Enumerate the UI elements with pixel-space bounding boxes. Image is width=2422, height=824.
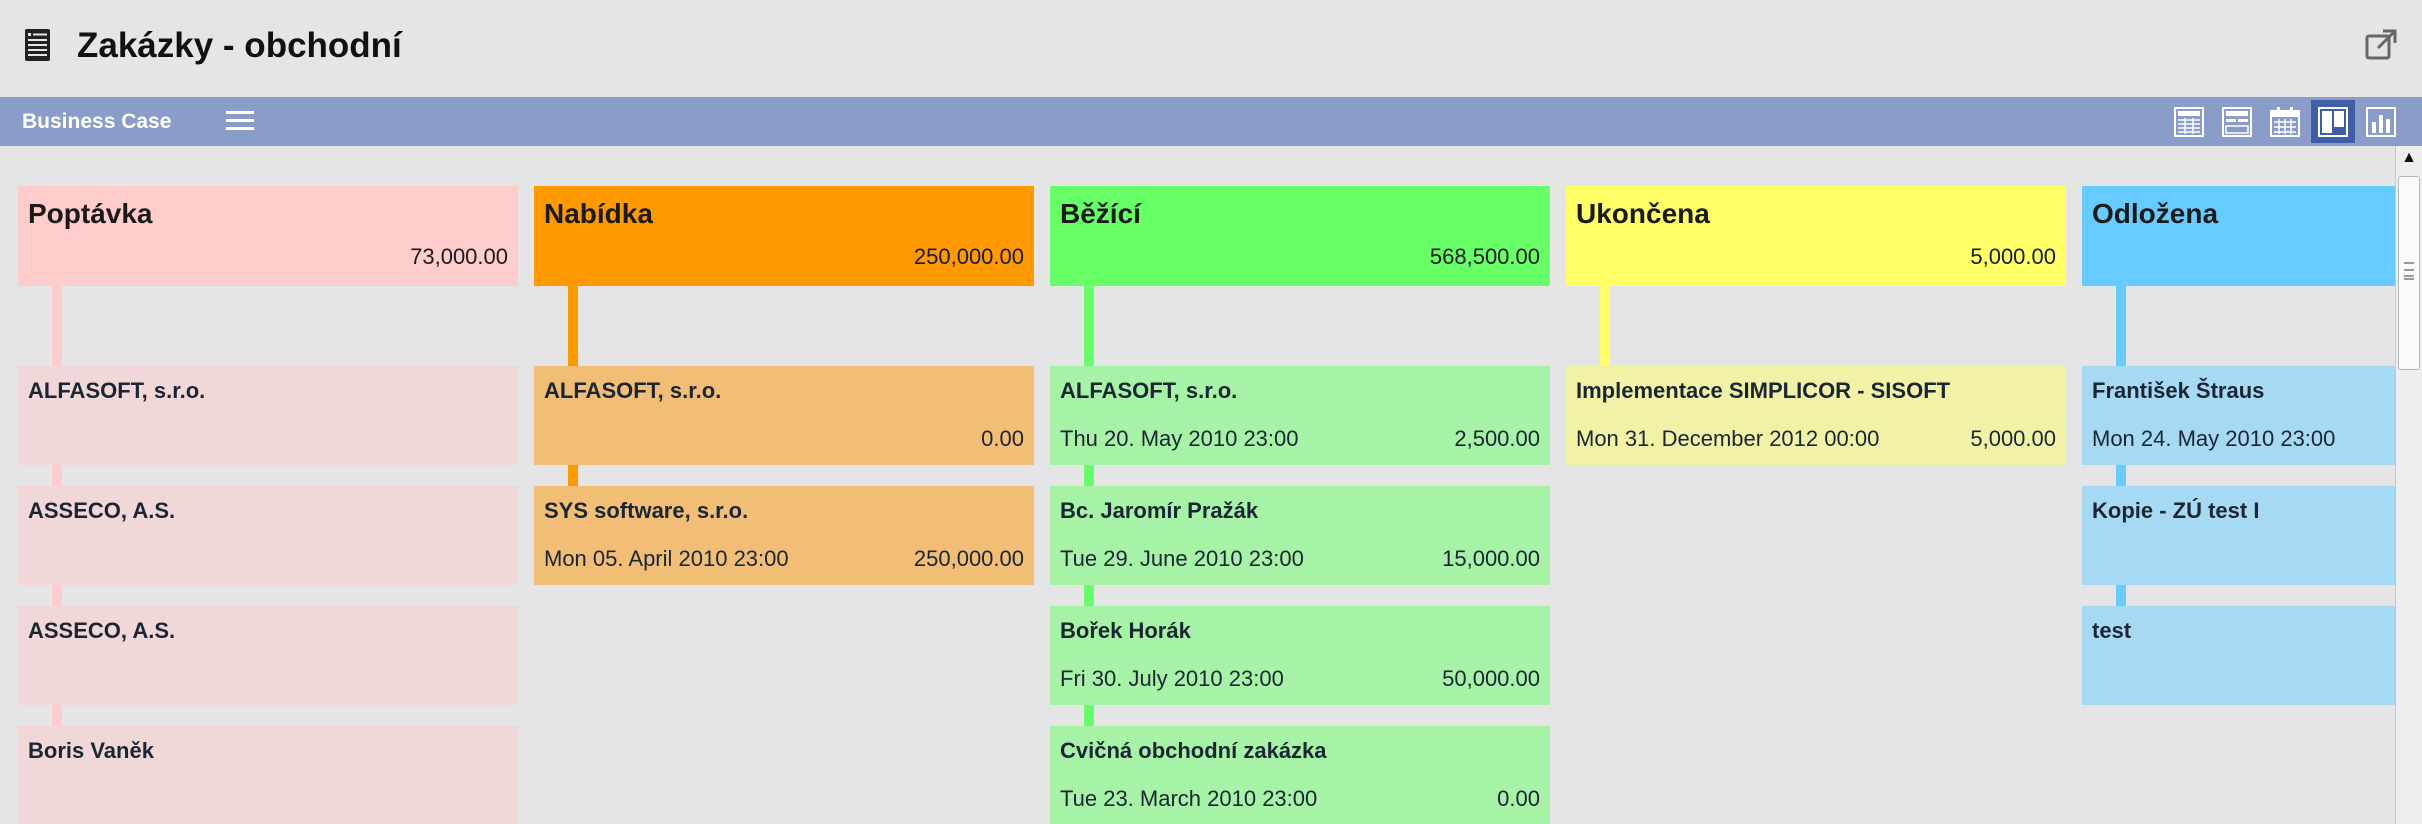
chart-view-button[interactable]	[2359, 100, 2403, 143]
column-total: 5,000.00	[1970, 244, 2056, 269]
card[interactable]: SYS software, s.r.o. Mon 05. April 2010 …	[534, 486, 1034, 585]
card-title: Boris Vaněk	[28, 738, 154, 763]
column-bezici: Běžící 568,500.00 ALFASOFT, s.r.o. Thu 2…	[1050, 186, 1550, 824]
grip-icon	[2404, 262, 2414, 280]
card[interactable]: Kopie - ZÚ test I	[2082, 486, 2395, 585]
card-title: Bc. Jaromír Pražák	[1060, 498, 1259, 523]
kanban-view-icon	[2318, 106, 2348, 137]
card-title: ALFASOFT, s.r.o.	[1060, 378, 1238, 403]
card-date: Mon 31. December 2012 00:00	[1576, 426, 1880, 451]
column-title: Ukončena	[1576, 198, 1710, 229]
column-poptavka: Poptávka 73,000.00 ALFASOFT, s.r.o. ASSE…	[18, 186, 518, 824]
card[interactable]: Boris Vaněk	[18, 726, 518, 824]
calendar-view-icon	[2270, 106, 2300, 137]
card[interactable]: Bc. Jaromír Pražák Tue 29. June 2010 23:…	[1050, 486, 1550, 585]
column-header[interactable]: Běžící 568,500.00	[1050, 186, 1550, 286]
column-odlozena: Odložena František Štraus Mon 24. May 20…	[2082, 186, 2395, 824]
card-title: ALFASOFT, s.r.o.	[544, 378, 722, 403]
card-title: ASSECO, A.S.	[28, 498, 176, 523]
card-title: Kopie - ZÚ test I	[2092, 498, 2260, 523]
column-total: 73,000.00	[410, 244, 508, 269]
kanban-board: Poptávka 73,000.00 ALFASOFT, s.r.o. ASSE…	[0, 146, 2395, 824]
form-view-icon	[2222, 106, 2252, 137]
column-header[interactable]: Odložena	[2082, 186, 2395, 286]
card-amount: 15,000.00	[1442, 546, 1540, 571]
column-header[interactable]: Poptávka 73,000.00	[18, 186, 518, 286]
card-date: Tue 23. March 2010 23:00	[1060, 786, 1318, 811]
card-amount: 0.00	[981, 426, 1024, 451]
chart-view-icon	[2366, 106, 2396, 137]
external-link-icon[interactable]	[2364, 28, 2398, 62]
form-view-button[interactable]	[2215, 100, 2259, 143]
column-total: 250,000.00	[913, 244, 1024, 269]
kanban-view-button[interactable]	[2311, 100, 2355, 143]
app-header: Zakázky - obchodní	[0, 0, 2422, 97]
column-nabidka: Nabídka 250,000.00 ALFASOFT, s.r.o. 0.00…	[534, 186, 1034, 824]
card[interactable]: Bořek Horák Fri 30. July 2010 23:00 50,0…	[1050, 606, 1550, 705]
table-view-button[interactable]	[2167, 100, 2211, 143]
card-title: ASSECO, A.S.	[28, 618, 176, 643]
card[interactable]: ASSECO, A.S.	[18, 606, 518, 705]
card-title: ALFASOFT, s.r.o.	[28, 378, 206, 403]
card-date: Fri 30. July 2010 23:00	[1060, 666, 1284, 691]
toolbar-title: Business Case	[22, 110, 172, 133]
calendar-view-button[interactable]	[2263, 100, 2307, 143]
card-amount: 250,000.00	[913, 546, 1024, 571]
card[interactable]: ALFASOFT, s.r.o. Thu 20. May 2010 23:00 …	[1050, 366, 1550, 465]
card[interactable]: ALFASOFT, s.r.o.	[18, 366, 518, 465]
column-title: Poptávka	[28, 198, 153, 229]
column-title: Odložena	[2092, 198, 2219, 229]
column-connector	[1600, 286, 1610, 366]
card-title: Bořek Horák	[1060, 618, 1191, 643]
card-date: Mon 24. May 2010 23:00	[2092, 426, 2336, 451]
page-title: Zakázky - obchodní	[77, 26, 402, 65]
card[interactable]: František Štraus Mon 24. May 2010 23:00	[2082, 366, 2395, 465]
table-view-icon	[2174, 106, 2204, 137]
document-icon	[25, 29, 50, 61]
column-total: 568,500.00	[1429, 244, 1540, 269]
card[interactable]: Cvičná obchodní zakázka Tue 23. March 20…	[1050, 726, 1550, 824]
scrollbar-thumb[interactable]	[2398, 176, 2420, 370]
card-amount: 0.00	[1497, 786, 1540, 811]
column-title: Nabídka	[544, 198, 653, 229]
hamburger-icon[interactable]	[226, 109, 254, 133]
toolbar: Business Case	[0, 97, 2422, 146]
card-title: SYS software, s.r.o.	[544, 498, 749, 523]
scroll-up-arrow-icon[interactable]: ▲	[2396, 146, 2422, 170]
card[interactable]: test	[2082, 606, 2395, 705]
card[interactable]: ALFASOFT, s.r.o. 0.00	[534, 366, 1034, 465]
column-title: Běžící	[1060, 198, 1141, 229]
card-title: test	[2092, 618, 2132, 643]
card-title: Implementace SIMPLICOR - SISOFT	[1576, 378, 1951, 403]
column-header[interactable]: Nabídka 250,000.00	[534, 186, 1034, 286]
card-title: František Štraus	[2092, 378, 2265, 403]
column-header[interactable]: Ukončena 5,000.00	[1566, 186, 2066, 286]
column-ukoncena: Ukončena 5,000.00 Implementace SIMPLICOR…	[1566, 186, 2066, 824]
vertical-scrollbar[interactable]: ▲	[2395, 146, 2422, 824]
card[interactable]: Implementace SIMPLICOR - SISOFT Mon 31. …	[1566, 366, 2066, 465]
card[interactable]: ASSECO, A.S.	[18, 486, 518, 585]
card-amount: 5,000.00	[1970, 426, 2056, 451]
card-amount: 50,000.00	[1442, 666, 1540, 691]
card-date: Tue 29. June 2010 23:00	[1060, 546, 1304, 571]
card-amount: 2,500.00	[1454, 426, 1540, 451]
card-title: Cvičná obchodní zakázka	[1060, 738, 1327, 763]
card-date: Mon 05. April 2010 23:00	[544, 546, 789, 571]
card-date: Thu 20. May 2010 23:00	[1060, 426, 1299, 451]
